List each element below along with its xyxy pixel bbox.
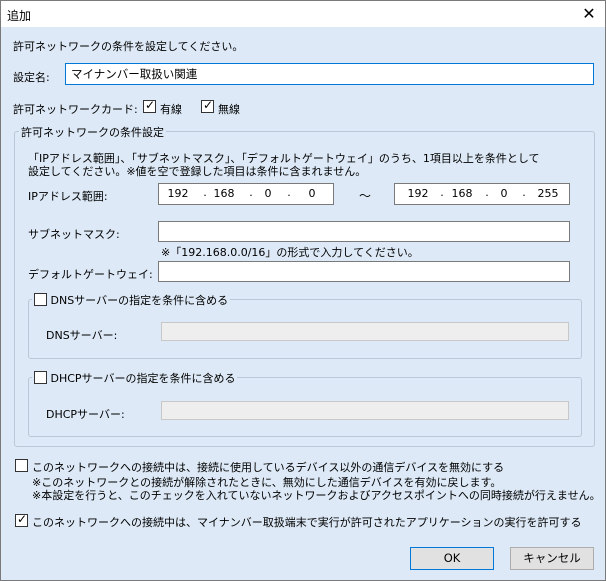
disable-other-devices-label: このネットワークへの接続中は、接続に使用しているデバイス以外の通信デバイスを無効… [32,461,505,474]
wired-label: 有線 [160,103,182,116]
conditions-description-2: 設定してください。※値を空で登録した項目は条件に含まれません。 [28,165,367,178]
dns-checkbox-label: DNSサーバーの指定を条件に含める [50,294,229,307]
subnet-input[interactable] [158,221,570,242]
check-icon: ✓ [145,98,156,112]
ip-from-octet-2: 168 [213,187,235,200]
ip-range-separator: ～ [359,189,372,203]
dhcp-legend: DHCPサーバーの指定を条件に含める [32,370,238,386]
ip-dot: . [440,186,444,199]
ok-button[interactable]: OK [410,547,494,570]
ip-from-octet-3: 0 [264,187,272,200]
dhcp-checkbox[interactable] [34,371,47,384]
subnet-label: サブネットマスク: [28,228,120,241]
check-icon: ✓ [17,512,28,526]
ip-to-octet-2: 168 [451,187,473,200]
wired-checkbox[interactable]: ✓ [143,98,156,113]
add-dialog: 追加 ✕ 許可ネットワークの条件を設定してください。 設定名: マイナンバー取扱… [0,0,606,581]
dialog-body: 許可ネットワークの条件を設定してください。 設定名: マイナンバー取扱い関連 許… [1,27,605,580]
dhcp-label: DHCPサーバー: [46,408,125,421]
wireless-checkbox[interactable]: ✓ [201,98,214,113]
ip-to-octet-3: 0 [500,187,508,200]
dns-label: DNSサーバー: [46,329,118,342]
intro-text: 許可ネットワークの条件を設定してください。 [13,40,244,53]
ip-to-input[interactable]: 192 . 168 . 0 . 255 [394,183,570,205]
wireless-label: 無線 [218,103,240,116]
ip-to-octet-4: 255 [537,187,559,200]
allow-apps-label: このネットワークへの接続中は、マイナンバー取扱端末で実行が許可されたアプリケーシ… [32,516,582,529]
gateway-input[interactable] [158,261,570,282]
dns-input[interactable] [161,322,569,341]
close-icon[interactable]: ✕ [579,4,599,24]
dns-legend: DNSサーバーの指定を条件に含める [32,292,231,308]
ip-from-octet-1: 192 [167,187,189,200]
dhcp-checkbox-label: DHCPサーバーの指定を条件に含める [50,372,236,385]
subnet-hint: ※「192.168.0.0/16」の形式で入力してください。 [161,246,419,259]
ip-dot: . [203,186,207,199]
ip-range-label: IPアドレス範囲: [28,190,108,203]
ip-dot: . [287,186,291,199]
ip-to-octet-1: 192 [407,187,429,200]
check-icon: ✓ [203,98,214,112]
disable-note-2: ※本設定を行うと、このチェックを入れていないネットワークおよびアクセスポイントへ… [32,489,601,502]
network-card-label: 許可ネットワークカード: [13,103,138,116]
disable-other-devices-checkbox[interactable] [15,459,28,472]
cancel-button[interactable]: キャンセル [510,547,594,570]
allow-apps-checkbox[interactable]: ✓ [15,512,28,527]
dhcp-input[interactable] [161,401,569,420]
ip-from-octet-4: 0 [308,187,316,200]
dns-checkbox[interactable] [34,293,47,306]
window-title: 追加 [7,9,32,23]
setting-name-label: 設定名: [13,71,50,84]
title-bar: 追加 ✕ [1,1,605,27]
gateway-label: デフォルトゲートウェイ: [28,268,153,281]
setting-name-input[interactable]: マイナンバー取扱い関連 [65,63,594,85]
ip-dot: . [522,186,526,199]
ip-from-input[interactable]: 192 . 168 . 0 . 0 [158,183,334,205]
conditions-legend: 許可ネットワークの条件設定 [19,124,166,140]
